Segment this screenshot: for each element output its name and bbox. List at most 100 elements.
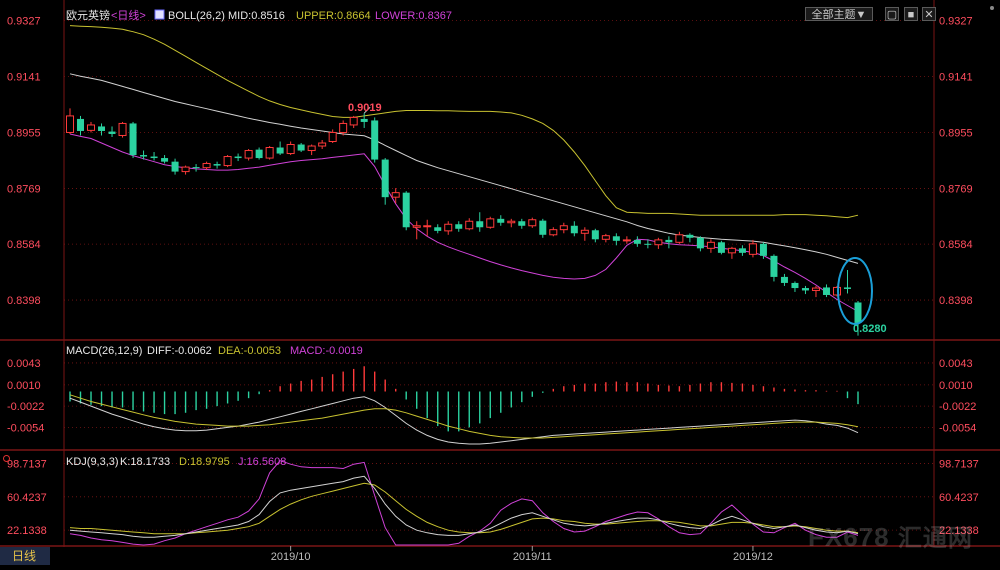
y-tick-label: 22.1338 xyxy=(7,525,47,537)
close-panel-icon[interactable]: ✕ xyxy=(922,7,936,21)
candle-up xyxy=(549,229,558,236)
candle-up xyxy=(654,239,663,246)
candle-down xyxy=(854,302,862,323)
x-tick-label: 2019/11 xyxy=(513,551,552,563)
y-tick-label: 0.8769 xyxy=(7,183,41,195)
candle-down xyxy=(255,149,263,159)
candle-up xyxy=(318,142,327,147)
low-annotation: 0.8280 xyxy=(853,323,887,335)
y-tick-label-right: 0.8955 xyxy=(939,127,973,139)
series-macd-diff xyxy=(69,396,859,445)
candle-down xyxy=(297,144,305,151)
macd-diff-value: DIFF:-0.0062 xyxy=(147,345,212,357)
candle-down xyxy=(360,118,368,122)
candle-down xyxy=(518,221,526,226)
series-macd-dea xyxy=(69,394,859,439)
candle-up xyxy=(811,287,820,291)
candle-up xyxy=(265,147,274,159)
macd-macd-value: MACD:-0.0019 xyxy=(290,345,363,357)
watermark-text-a: FX678 xyxy=(808,522,890,552)
boll-upper-value: UPPER:0.8664 xyxy=(296,10,371,22)
y-tick-label: 0.8398 xyxy=(7,295,41,307)
series-boll-lower xyxy=(69,133,859,312)
candle-up xyxy=(339,122,348,133)
candle-down xyxy=(759,243,767,256)
candle-up xyxy=(559,225,568,231)
candle-down xyxy=(665,239,673,243)
theme-select[interactable]: 全部主题▼ xyxy=(805,7,873,21)
x-tick-label: 2019/12 xyxy=(733,551,773,563)
candle-up xyxy=(507,220,516,224)
candle-down xyxy=(108,131,116,134)
candle-up xyxy=(423,225,432,228)
y-tick-label: 0.0010 xyxy=(7,380,41,392)
symbol-label: 欧元英镑 xyxy=(66,8,110,22)
indicator-settings-icon[interactable] xyxy=(3,455,10,462)
candle-down xyxy=(381,159,389,198)
boll-lower-value: LOWER:0.8367 xyxy=(375,10,452,22)
candle-up xyxy=(601,235,610,240)
candle-down xyxy=(213,164,221,166)
candle-down xyxy=(402,192,410,228)
candle-down xyxy=(633,239,641,244)
candle-up xyxy=(223,156,232,167)
candle-down xyxy=(591,230,599,240)
candle-down xyxy=(129,123,137,156)
watermark-logo: FX678 汇通网 xyxy=(808,518,973,553)
candle-up xyxy=(832,286,841,296)
candle-down xyxy=(161,158,169,162)
candle-up xyxy=(181,166,190,173)
candle-down xyxy=(696,237,704,249)
candle-down xyxy=(476,221,484,228)
chart-canvas[interactable]: 0.9327 0.9327 0.9141 0.9141 0.8955 0.8955 0.87… xyxy=(0,0,1000,565)
candle-down xyxy=(150,156,158,159)
boll-mid-value: MID:0.8516 xyxy=(228,10,285,22)
boll-toggle-icon[interactable] xyxy=(154,9,165,20)
candle-down xyxy=(539,220,547,235)
kdj-d-value: D:18.9795 xyxy=(179,456,230,468)
candle-up xyxy=(706,241,715,249)
candle-down xyxy=(791,282,799,289)
candle-down xyxy=(770,255,778,277)
period-label: <日线> xyxy=(111,8,146,22)
candle-up xyxy=(528,219,537,227)
y-tick-label: 0.8584 xyxy=(7,239,41,251)
candle-up xyxy=(87,124,96,131)
kdj-label: KDJ(9,3,3) xyxy=(66,456,119,468)
y-tick-label: -0.0054 xyxy=(7,422,44,434)
y-tick-label: -0.0022 xyxy=(7,401,44,413)
series-kdj-d xyxy=(69,482,859,535)
candle-down xyxy=(822,287,830,295)
candle-down xyxy=(738,248,746,253)
candle-up xyxy=(202,162,211,169)
y-tick-label: 0.0043 xyxy=(7,358,41,370)
y-tick-label-right: -0.0054 xyxy=(939,422,976,434)
period-tab-daily[interactable]: 日线 xyxy=(0,547,50,565)
candle-up xyxy=(465,220,474,230)
window-restore-icon[interactable]: ■ xyxy=(904,7,918,21)
menu-dot-icon[interactable] xyxy=(990,6,994,10)
candle-up xyxy=(748,243,757,255)
kdj-k-value: K:18.1733 xyxy=(120,456,170,468)
chart-window: 0.9327 0.9327 0.9141 0.9141 0.8955 0.8955 0.87… xyxy=(0,0,1000,565)
candle-down xyxy=(276,147,284,154)
watermark-text-b: 汇通网 xyxy=(897,525,973,552)
candle-down xyxy=(686,234,694,238)
candle-up xyxy=(307,145,316,152)
chart-settings-icon[interactable]: ▢ xyxy=(885,7,899,21)
candle-down xyxy=(234,156,242,159)
candle-down xyxy=(371,120,379,160)
candle-down xyxy=(77,118,85,131)
x-tick-label: 2019/10 xyxy=(271,551,311,563)
candle-up xyxy=(727,247,736,254)
candle-up xyxy=(622,239,631,242)
y-tick-label-right: 0.8769 xyxy=(939,183,973,195)
candle-down xyxy=(455,224,463,229)
candle-down xyxy=(192,167,200,169)
candle-up xyxy=(444,223,453,232)
y-tick-label-right: 60.4237 xyxy=(939,492,979,504)
candle-up xyxy=(391,192,400,198)
candle-up xyxy=(244,150,253,159)
y-tick-label-right: 98.7137 xyxy=(939,459,979,471)
candle-down xyxy=(497,218,505,223)
